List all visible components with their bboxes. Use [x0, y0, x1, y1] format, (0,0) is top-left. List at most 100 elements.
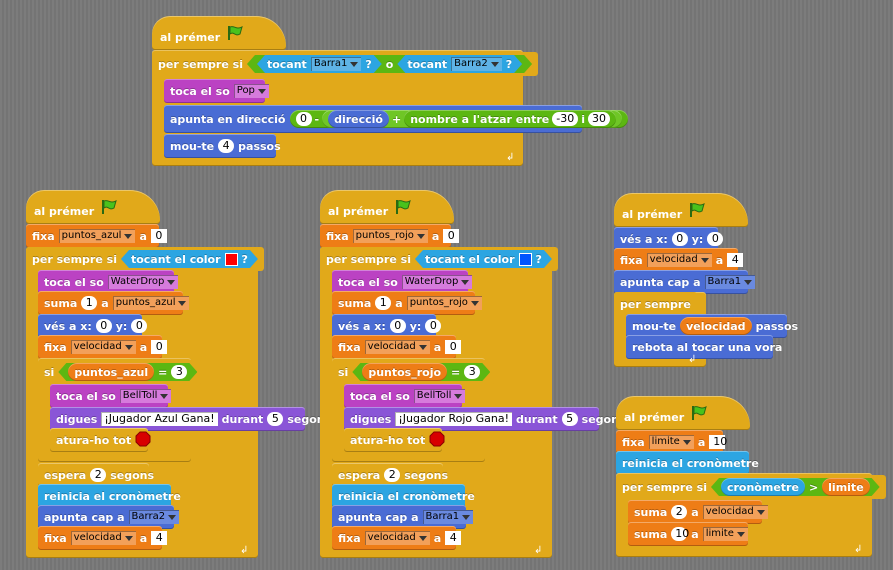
play-sound-block[interactable]: toca el so Pop: [164, 79, 269, 103]
value-input[interactable]: 0: [150, 229, 167, 243]
change-variable-block[interactable]: suma 1 a puntos_azul: [38, 291, 190, 315]
scripts-area[interactable]: al prémer per sempre si tocant Barra1 ? …: [0, 0, 893, 570]
set-variable-block[interactable]: fixa velocidad a 4: [332, 526, 462, 550]
point-in-direction-label: apunta en direcció: [170, 112, 286, 126]
when-flag-clicked-block[interactable]: al prémer: [26, 190, 160, 224]
if-label: si: [338, 365, 349, 379]
color-swatch-red[interactable]: [225, 253, 238, 266]
set-variable-block[interactable]: fixa puntos_azul a 0: [26, 224, 167, 248]
say-text-input[interactable]: ¡Jugador Azul Gana!: [101, 412, 218, 426]
variable-dropdown[interactable]: velocidad: [70, 531, 136, 545]
variable-dropdown[interactable]: limite: [702, 527, 748, 541]
color-swatch-blue[interactable]: [519, 253, 532, 266]
sound-dropdown[interactable]: WaterDrop: [401, 275, 473, 289]
set-variable-block[interactable]: fixa velocidad a 0: [332, 335, 462, 359]
direction-reporter[interactable]: direcció: [328, 110, 389, 128]
seconds-input[interactable]: 5: [561, 412, 578, 426]
x-input[interactable]: 0: [671, 232, 688, 246]
sprite-dropdown[interactable]: Barra2: [128, 510, 180, 524]
variable-dropdown[interactable]: velocidad: [364, 340, 430, 354]
set-variable-block[interactable]: fixa velocidad a 4: [614, 248, 744, 272]
sound-dropdown[interactable]: BellToll: [119, 389, 172, 403]
sprite-dropdown-barra1[interactable]: Barra1: [311, 57, 362, 71]
variable-reporter[interactable]: limite: [822, 478, 870, 496]
seconds-input[interactable]: 5: [267, 412, 284, 426]
play-sound-block[interactable]: toca el so BellToll: [50, 384, 172, 408]
when-flag-clicked-block[interactable]: al prémer: [614, 193, 748, 227]
value-input[interactable]: 0: [443, 229, 460, 243]
random-max-input[interactable]: 30: [587, 112, 610, 126]
touching-color-block[interactable]: tocant el color ?: [415, 250, 552, 268]
subtract-operator[interactable]: 0 - direcció + nombre a l'atzar entre -3…: [289, 110, 628, 128]
change-by-input[interactable]: 10: [671, 527, 689, 541]
change-variable-block[interactable]: suma 1 a puntos_rojo: [332, 291, 482, 315]
point-in-direction-block[interactable]: apunta en direcció 0 - direcció + nombre…: [164, 105, 628, 133]
timer-reporter[interactable]: cronòmetre: [721, 478, 805, 496]
touching-sprite-block[interactable]: tocant Barra1 ?: [257, 55, 382, 73]
variable-reporter[interactable]: velocidad: [680, 317, 752, 335]
greater-than-operator[interactable]: cronòmetre > limite: [711, 478, 880, 496]
set-variable-block[interactable]: fixa puntos_rojo a 0: [320, 224, 460, 248]
sound-dropdown[interactable]: Pop: [233, 84, 269, 98]
y-input[interactable]: 0: [425, 319, 442, 333]
compare-value-input[interactable]: 3: [464, 365, 480, 379]
sprite-dropdown-barra2[interactable]: Barra2: [451, 57, 502, 71]
wait-seconds-input[interactable]: 2: [90, 468, 107, 482]
variable-dropdown[interactable]: puntos_azul: [112, 296, 190, 310]
variable-dropdown[interactable]: limite: [648, 435, 694, 449]
y-label: y:: [115, 319, 128, 333]
y-input[interactable]: 0: [707, 232, 724, 246]
x-input[interactable]: 0: [95, 319, 112, 333]
steps-input[interactable]: 4: [218, 139, 235, 153]
when-flag-clicked-block[interactable]: al prémer: [320, 190, 454, 224]
value-input[interactable]: 0: [151, 340, 168, 354]
variable-dropdown[interactable]: puntos_rojo: [352, 229, 428, 243]
variable-dropdown[interactable]: velocidad: [70, 340, 136, 354]
number-input[interactable]: 0: [295, 112, 312, 126]
move-steps-block[interactable]: mou-te 4 passos: [164, 134, 281, 158]
point-towards-block[interactable]: apunta cap a Barra1: [614, 270, 756, 294]
set-variable-block[interactable]: fixa velocidad a 4: [38, 526, 168, 550]
variable-dropdown[interactable]: velocidad: [702, 505, 768, 519]
when-flag-clicked-block[interactable]: al prémer: [616, 396, 750, 430]
sound-dropdown[interactable]: BellToll: [413, 389, 466, 403]
value-input[interactable]: 4: [445, 531, 462, 545]
variable-dropdown[interactable]: puntos_rojo: [406, 296, 482, 310]
pick-random-block[interactable]: nombre a l'atzar entre -30 i 30: [404, 110, 616, 128]
change-variable-block[interactable]: suma 2 a velocidad: [628, 500, 768, 524]
compare-value-input[interactable]: 3: [171, 365, 187, 379]
or-operator[interactable]: tocant Barra1 ? o tocant Barra2 ?: [247, 55, 532, 73]
reset-timer-block[interactable]: reinicia el cronòmetre: [616, 451, 759, 475]
equals-operator[interactable]: puntos_rojo = 3: [352, 363, 490, 381]
value-input[interactable]: 4: [151, 531, 168, 545]
stop-all-block[interactable]: atura-ho tot: [50, 428, 151, 452]
add-operator[interactable]: direcció + nombre a l'atzar entre -30 i …: [322, 110, 622, 128]
random-min-input[interactable]: -30: [552, 112, 579, 126]
value-input[interactable]: 4: [727, 253, 744, 267]
change-by-input[interactable]: 1: [375, 296, 392, 310]
sprite-dropdown[interactable]: Barra1: [704, 275, 756, 289]
variable-dropdown[interactable]: puntos_azul: [58, 229, 136, 243]
when-flag-clicked-block[interactable]: al prémer: [152, 16, 286, 50]
value-input[interactable]: 0: [445, 340, 462, 354]
say-text-input[interactable]: ¡Jugador Rojo Gana!: [395, 412, 512, 426]
change-by-input[interactable]: 2: [671, 505, 688, 519]
wait-seconds-input[interactable]: 2: [384, 468, 401, 482]
touching-sprite-block[interactable]: tocant Barra2 ?: [397, 55, 522, 73]
stop-all-block[interactable]: atura-ho tot: [344, 428, 445, 452]
value-input[interactable]: 10: [709, 435, 727, 449]
variable-dropdown[interactable]: velocidad: [646, 253, 712, 267]
set-variable-block[interactable]: fixa velocidad a 0: [38, 335, 168, 359]
touching-color-block[interactable]: tocant el color ?: [121, 250, 258, 268]
variable-reporter[interactable]: puntos_azul: [68, 363, 154, 381]
sound-dropdown[interactable]: WaterDrop: [107, 275, 179, 289]
equals-operator[interactable]: puntos_azul = 3: [58, 363, 197, 381]
variable-dropdown[interactable]: velocidad: [364, 531, 430, 545]
y-input[interactable]: 0: [131, 319, 148, 333]
change-by-input[interactable]: 1: [81, 296, 98, 310]
variable-reporter[interactable]: puntos_rojo: [362, 363, 447, 381]
change-variable-block[interactable]: suma 10 a limite: [628, 522, 748, 546]
sprite-dropdown[interactable]: Barra1: [422, 510, 474, 524]
play-sound-block[interactable]: toca el so BellToll: [344, 384, 466, 408]
x-input[interactable]: 0: [389, 319, 406, 333]
